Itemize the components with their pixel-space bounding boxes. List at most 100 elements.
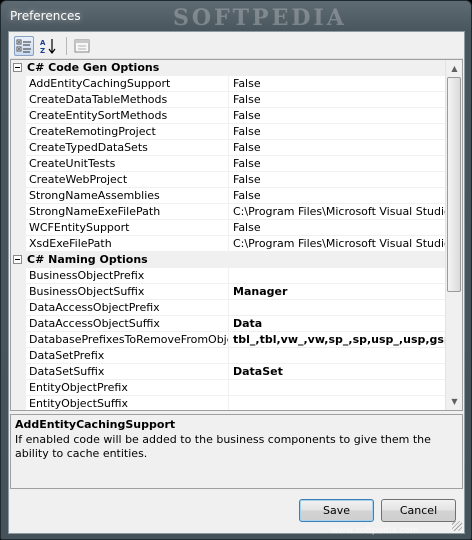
row-gutter: [11, 396, 26, 410]
property-value[interactable]: False: [229, 108, 446, 124]
property-row[interactable]: XsdExeFilePath C:\Program Files\Microsoft…: [11, 236, 446, 252]
property-row[interactable]: BusinessObjectPrefix: [11, 268, 446, 284]
property-value[interactable]: False: [229, 92, 446, 108]
property-value[interactable]: [229, 380, 446, 396]
property-value[interactable]: Manager: [229, 284, 446, 300]
row-gutter: [11, 268, 26, 284]
property-row[interactable]: CreateRemotingProject False: [11, 124, 446, 140]
property-name[interactable]: DatabasePrefixesToRemoveFromObjec: [26, 332, 229, 348]
row-gutter: [11, 172, 26, 188]
property-value[interactable]: False: [229, 220, 446, 236]
row-gutter: [11, 92, 26, 108]
property-value[interactable]: DataSet: [229, 364, 446, 380]
property-name[interactable]: BusinessObjectSuffix: [26, 284, 229, 300]
property-value[interactable]: C:\Program Files\Microsoft Visual Studio…: [229, 204, 446, 220]
softpedia-watermark: SOFTPEDIA: [173, 5, 347, 31]
property-row[interactable]: WCFEntitySupport False: [11, 220, 446, 236]
property-row[interactable]: EntityObjectPrefix: [11, 380, 446, 396]
property-row[interactable]: DataSetPrefix: [11, 348, 446, 364]
property-value[interactable]: tbl_,tbl,vw_,vw,sp_,sp,usp_,usp,gsp_,: [229, 332, 446, 348]
property-name[interactable]: CreateEntitySortMethods: [26, 108, 229, 124]
property-name[interactable]: CreateRemotingProject: [26, 124, 229, 140]
toolbar-separator: [66, 37, 67, 55]
property-pages-button[interactable]: [72, 36, 92, 56]
property-value[interactable]: [229, 300, 446, 316]
scroll-down-arrow-icon[interactable]: ▼: [446, 393, 462, 410]
property-name[interactable]: AddEntityCachingSupport: [26, 76, 229, 92]
property-value[interactable]: Data: [229, 316, 446, 332]
property-name[interactable]: DataAccessObjectSuffix: [26, 316, 229, 332]
help-title: AddEntityCachingSupport: [15, 418, 176, 431]
resize-grip-icon[interactable]: [452, 521, 462, 531]
property-name[interactable]: DataSetSuffix: [26, 364, 229, 380]
property-value[interactable]: False: [229, 124, 446, 140]
property-name[interactable]: DataAccessObjectPrefix: [26, 300, 229, 316]
sort-az-icon: A Z: [40, 39, 56, 55]
property-pages-icon: [74, 39, 90, 53]
property-value[interactable]: [229, 268, 446, 284]
property-row[interactable]: CreateUnitTests False: [11, 156, 446, 172]
scrollbar-thumb[interactable]: [447, 77, 461, 292]
category-row[interactable]: C# Naming Options: [11, 252, 446, 268]
row-gutter: [11, 364, 26, 380]
property-name[interactable]: EntityObjectSuffix: [26, 396, 229, 410]
property-value[interactable]: False: [229, 76, 446, 92]
softpedia-footer-watermark: www.softpedia.com: [331, 526, 419, 536]
property-name[interactable]: CreateTypedDataSets: [26, 140, 229, 156]
property-name[interactable]: StrongNameExeFilePath: [26, 204, 229, 220]
property-name[interactable]: CreateDataTableMethods: [26, 92, 229, 108]
row-gutter: [11, 316, 26, 332]
property-row[interactable]: AddEntityCachingSupport False: [11, 76, 446, 92]
property-row[interactable]: BusinessObjectSuffix Manager: [11, 284, 446, 300]
property-name[interactable]: EntityObjectPrefix: [26, 380, 229, 396]
property-row[interactable]: DataAccessObjectSuffix Data: [11, 316, 446, 332]
scroll-up-arrow-icon[interactable]: ▲: [446, 60, 462, 77]
property-row[interactable]: DataSetSuffix DataSet: [11, 364, 446, 380]
property-name[interactable]: CreateUnitTests: [26, 156, 229, 172]
category-label: C# Naming Options: [27, 253, 148, 266]
property-grid: C# Code Gen Options AddEntityCachingSuppo…: [10, 59, 463, 411]
category-label: C# Code Gen Options: [27, 61, 160, 74]
collapse-icon[interactable]: [13, 255, 22, 264]
categorized-view-button[interactable]: [14, 36, 34, 56]
row-gutter: [11, 76, 26, 92]
property-row[interactable]: DataAccessObjectPrefix: [11, 300, 446, 316]
property-row[interactable]: CreateTypedDataSets False: [11, 140, 446, 156]
property-row[interactable]: CreateDataTableMethods False: [11, 92, 446, 108]
svg-text:A: A: [40, 39, 46, 47]
category-row[interactable]: C# Code Gen Options: [11, 60, 446, 76]
vertical-scrollbar[interactable]: ▲ ▼: [445, 60, 462, 410]
property-value[interactable]: [229, 396, 446, 410]
property-row[interactable]: StrongNameExeFilePath C:\Program Files\Mi…: [11, 204, 446, 220]
cancel-button[interactable]: Cancel: [381, 499, 456, 522]
help-panel: AddEntityCachingSupport If enabled code …: [10, 414, 463, 489]
property-value[interactable]: False: [229, 188, 446, 204]
row-gutter: [11, 284, 26, 300]
property-row[interactable]: CreateEntitySortMethods False: [11, 108, 446, 124]
row-gutter: [11, 124, 26, 140]
row-gutter: [11, 220, 26, 236]
property-name[interactable]: XsdExeFilePath: [26, 236, 229, 252]
property-value[interactable]: False: [229, 172, 446, 188]
property-value[interactable]: False: [229, 140, 446, 156]
property-name[interactable]: CreateWebProject: [26, 172, 229, 188]
row-gutter: [11, 204, 26, 220]
property-row[interactable]: EntityObjectSuffix: [11, 396, 446, 410]
property-row[interactable]: StrongNameAssemblies False: [11, 188, 446, 204]
property-value[interactable]: C:\Program Files\Microsoft Visual Studio…: [229, 236, 446, 252]
property-value[interactable]: [229, 348, 446, 364]
property-row[interactable]: CreateWebProject False: [11, 172, 446, 188]
property-name[interactable]: StrongNameAssemblies: [26, 188, 229, 204]
help-description: If enabled code will be added to the bus…: [15, 433, 431, 460]
property-name[interactable]: BusinessObjectPrefix: [26, 268, 229, 284]
property-value[interactable]: False: [229, 156, 446, 172]
property-name[interactable]: WCFEntitySupport: [26, 220, 229, 236]
row-gutter: [11, 140, 26, 156]
dialog-client-area: A Z C# Code Gen Options AddEntityCachingS…: [8, 31, 465, 534]
save-button[interactable]: Save: [299, 499, 374, 522]
property-row[interactable]: DatabasePrefixesToRemoveFromObjec tbl_,tb…: [11, 332, 446, 348]
alphabetical-view-button[interactable]: A Z: [38, 36, 58, 56]
property-name[interactable]: DataSetPrefix: [26, 348, 229, 364]
categorized-icon: [16, 39, 31, 53]
collapse-icon[interactable]: [13, 63, 22, 72]
